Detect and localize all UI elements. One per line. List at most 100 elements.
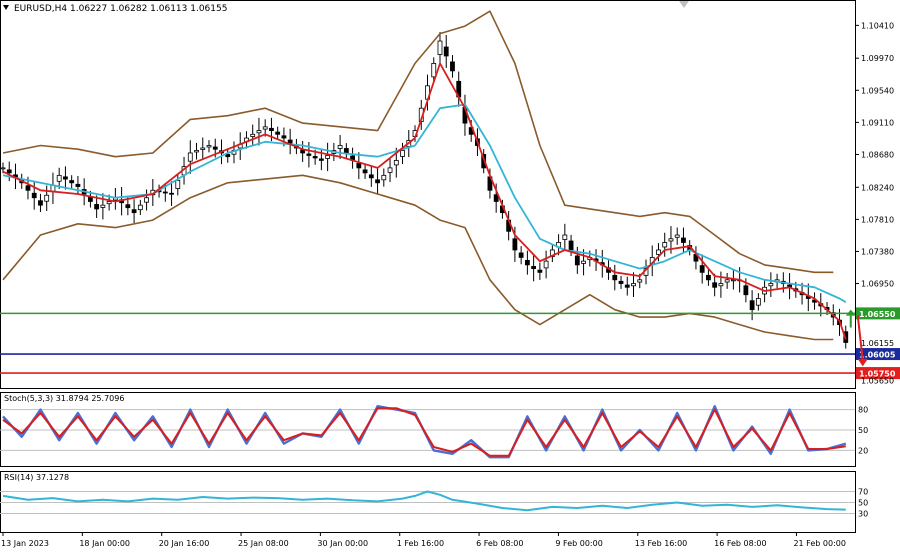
candle-body [631, 283, 636, 287]
candle-body [200, 147, 206, 150]
candle-body [524, 260, 530, 266]
candle-body [306, 153, 312, 156]
price-tick-label: 1.10410 [861, 21, 894, 30]
candle-body [281, 135, 287, 139]
candle-body [768, 283, 774, 287]
candle-body [681, 237, 686, 243]
candle-body [206, 145, 212, 148]
candle-body [581, 260, 586, 264]
x-tick-label: 30 Jan 00:00 [317, 539, 368, 548]
price-tick-label: 1.07810 [861, 215, 894, 224]
candle-body [368, 174, 374, 179]
down-arrowhead-icon [857, 358, 868, 367]
candle-body [362, 169, 368, 174]
trading-chart: 1.10410 1.09970 1.09540 1.09110 1.08680 1.082… [0, 0, 900, 548]
candle-body [0, 167, 6, 170]
price-tick-label: 1.08240 [861, 183, 894, 192]
x-tick-label: 21 Feb 00:00 [793, 539, 845, 548]
candle-body [125, 204, 131, 209]
candle-body [624, 284, 630, 288]
candle-body [381, 174, 387, 181]
candle-body [387, 167, 393, 173]
candle-body [337, 145, 343, 149]
stoch-tick-label: 20 [858, 446, 868, 455]
candle-body [356, 163, 362, 169]
candle-body [225, 154, 231, 158]
candle-body [194, 150, 199, 153]
candle-body [743, 285, 749, 296]
price-tick-label: 1.06950 [861, 280, 894, 289]
x-tick-label: 13 Feb 16:00 [635, 539, 687, 548]
candle-body [6, 169, 12, 174]
candle-body [699, 265, 705, 273]
candle-body [662, 242, 668, 248]
candle-body [106, 201, 112, 205]
level-price-label: 1.06550 [859, 310, 896, 319]
rsi-title: RSI(14) 37.1278 [4, 473, 69, 482]
price-tick-label: 1.07380 [861, 247, 894, 256]
x-tick-label: 9 Feb 00:00 [555, 539, 602, 548]
symbol-title: EURUSD,H4 [14, 4, 67, 14]
candle-body [169, 192, 174, 195]
x-tick-label: 6 Feb 08:00 [476, 539, 523, 548]
candle-body [144, 197, 149, 203]
candle-body [437, 40, 443, 55]
rsi-tick-label: 30 [858, 510, 868, 519]
candle-body [518, 252, 524, 258]
candle-body [674, 234, 680, 238]
candle-body [56, 174, 62, 182]
candle-body [718, 283, 724, 287]
candle-body [75, 183, 81, 187]
current-price-label: 1.06155 [861, 339, 894, 348]
candle-body [343, 148, 349, 154]
x-tick-label: 25 Jan 08:00 [238, 539, 289, 548]
candle-body [325, 155, 331, 159]
x-tick-label: 18 Jan 00:00 [79, 539, 130, 548]
candle-body [175, 179, 181, 189]
candle-body [668, 238, 674, 242]
candle-body [250, 133, 256, 137]
candle-body [212, 146, 218, 150]
candle-body [400, 150, 405, 157]
candle-body [162, 191, 168, 194]
price-bottom-label: 1.05650 [861, 377, 894, 386]
price-pane-frame [0, 0, 856, 389]
price-tick-label: 1.08680 [861, 150, 894, 159]
candle-body [443, 46, 449, 57]
candle-body [375, 179, 380, 184]
candle-body [38, 200, 43, 206]
candle-body [724, 279, 730, 283]
x-tick-label: 13 Jan 2023 [1, 539, 49, 548]
candle-body [450, 61, 455, 72]
candle-body [131, 209, 137, 214]
candle-body [512, 238, 518, 251]
candle-body [287, 139, 293, 144]
rsi-tick-label: 50 [858, 499, 868, 508]
candle-body [618, 280, 624, 284]
candle-body [275, 131, 281, 135]
rsi-tick-label: 70 [858, 488, 868, 497]
candle-body [300, 149, 306, 154]
price-tick-label: 1.09970 [861, 54, 894, 63]
candle-body [63, 176, 68, 180]
candle-body [69, 180, 75, 184]
stoch-tick-label: 50 [858, 426, 868, 435]
candle-body [537, 269, 543, 273]
candle-body [749, 300, 755, 311]
candle-body [755, 298, 761, 306]
candle-body [256, 130, 262, 134]
x-tick-label: 20 Jan 16:00 [159, 539, 210, 548]
ohlc-readout: 1.06227 1.06282 1.06113 1.06155 [70, 4, 227, 14]
candle-body [706, 274, 711, 281]
x-tick-label: 1 Feb 16:00 [397, 539, 444, 548]
x-tick-label: 16 Feb 08:00 [714, 539, 766, 548]
level-price-label: 1.06005 [859, 351, 896, 360]
stoch-tick-label: 80 [858, 406, 868, 415]
candle-body [318, 158, 324, 161]
candle-body [269, 127, 274, 131]
candle-body [543, 260, 549, 269]
candle-body [31, 192, 37, 199]
candle-body [637, 279, 643, 283]
candle-body [262, 126, 268, 130]
x-axis: 13 Jan 2023 18 Jan 00:00 20 Jan 16:00 25 Ja… [1, 532, 846, 548]
